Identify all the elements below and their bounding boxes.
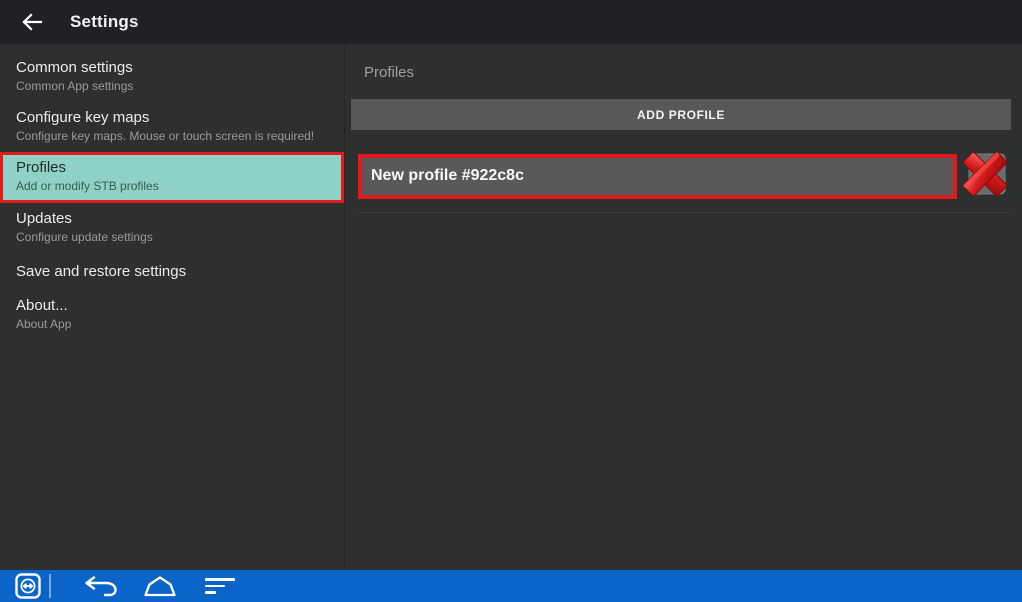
red-cross-delete-icon bbox=[959, 147, 1011, 206]
profile-row: New profile #922c8c bbox=[358, 149, 1011, 203]
sidebar-item-subtitle: Configure key maps. Mouse or touch scree… bbox=[16, 130, 328, 143]
sidebar-item-profiles[interactable]: Profiles Add or modify STB profiles bbox=[0, 152, 344, 202]
sidebar-item-save-restore[interactable]: Save and restore settings bbox=[0, 253, 344, 290]
settings-sidebar: Common settings Common App settings Conf… bbox=[0, 44, 345, 570]
profiles-panel: Profiles ADD PROFILE New profile #922c8c bbox=[345, 44, 1022, 570]
panel-header: Profiles bbox=[364, 64, 1011, 81]
recent-apps-lines bbox=[205, 578, 235, 594]
system-nav-bar bbox=[0, 570, 1022, 602]
nav-divider bbox=[49, 574, 51, 598]
app-bar: Settings bbox=[0, 0, 1022, 44]
list-divider bbox=[358, 212, 1011, 213]
sidebar-item-subtitle: About App bbox=[16, 318, 328, 331]
delete-profile-button[interactable] bbox=[959, 149, 1011, 203]
sidebar-item-title: About... bbox=[16, 297, 328, 314]
sidebar-item-title: Common settings bbox=[16, 59, 328, 76]
teamviewer-icon[interactable] bbox=[15, 573, 41, 599]
sidebar-item-subtitle: Add or modify STB profiles bbox=[16, 180, 328, 193]
sidebar-item-subtitle: Common App settings bbox=[16, 80, 328, 93]
sidebar-item-title: Save and restore settings bbox=[16, 263, 328, 280]
page-title: Settings bbox=[70, 12, 139, 32]
main-area: Common settings Common App settings Conf… bbox=[0, 44, 1022, 570]
sidebar-item-common-settings[interactable]: Common settings Common App settings bbox=[0, 52, 344, 102]
sidebar-item-title: Configure key maps bbox=[16, 109, 328, 126]
nav-recent-apps-icon[interactable] bbox=[205, 578, 235, 594]
sidebar-item-title: Profiles bbox=[16, 159, 328, 176]
sidebar-item-title: Updates bbox=[16, 210, 328, 227]
profile-item[interactable]: New profile #922c8c bbox=[358, 154, 957, 199]
sidebar-item-about[interactable]: About... About App bbox=[0, 290, 344, 340]
nav-home-icon[interactable] bbox=[142, 575, 178, 597]
sidebar-item-subtitle: Configure update settings bbox=[16, 231, 328, 244]
sidebar-item-updates[interactable]: Updates Configure update settings bbox=[0, 203, 344, 253]
add-profile-button[interactable]: ADD PROFILE bbox=[351, 99, 1011, 130]
nav-back-icon[interactable] bbox=[82, 575, 118, 597]
sidebar-item-configure-key-maps[interactable]: Configure key maps Configure key maps. M… bbox=[0, 102, 344, 152]
back-arrow-icon[interactable] bbox=[20, 10, 44, 34]
